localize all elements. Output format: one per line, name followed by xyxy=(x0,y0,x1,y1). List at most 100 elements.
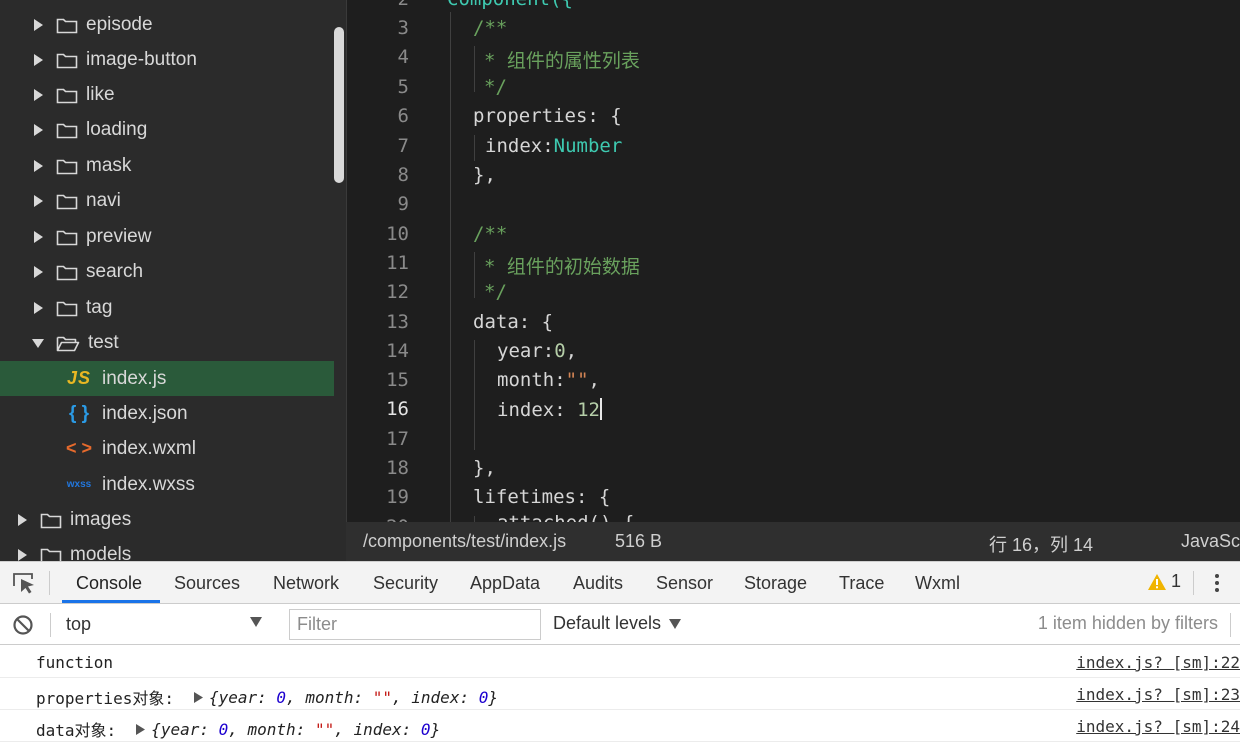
status-file-path: /components/test/index.js xyxy=(363,531,567,551)
hidden-items-note: 1 item hidden by filters xyxy=(1037,613,1218,633)
tree-item-label: index.js xyxy=(102,367,167,389)
tree-file-index-js[interactable]: JS index.js xyxy=(0,361,334,396)
devtools-tab-bar: Console Sources Network Security AppData… xyxy=(0,562,1240,604)
console-label: data对象: xyxy=(36,721,117,740)
tree-item-label: episode xyxy=(86,13,153,35)
code-line-comment: /** xyxy=(473,223,508,245)
folder-open-icon xyxy=(56,336,80,351)
code-key: month: xyxy=(497,369,566,391)
tab-storage[interactable]: Storage xyxy=(744,562,807,604)
caret-right-icon[interactable] xyxy=(30,122,46,138)
object-preview[interactable]: {year: 0, month: "", index: 0} xyxy=(209,688,498,707)
tree-scrollbar[interactable] xyxy=(334,27,344,183)
code-punct: , xyxy=(588,369,600,391)
indent-guide xyxy=(450,12,451,522)
tree-item-label: navi xyxy=(86,189,121,211)
tab-trace[interactable]: Trace xyxy=(839,562,884,604)
folder-icon xyxy=(56,194,78,209)
caret-right-icon[interactable] xyxy=(30,17,46,33)
status-file-size: 516 B xyxy=(615,531,663,551)
expand-arrow-icon[interactable] xyxy=(136,723,146,735)
line-number: 2 xyxy=(347,0,409,10)
tree-file-index-wxss[interactable]: wxss index.wxss xyxy=(0,467,334,502)
caret-right-icon[interactable] xyxy=(30,193,46,209)
tree-folder-tag[interactable]: tag xyxy=(0,290,334,325)
tab-wxml[interactable]: Wxml xyxy=(915,562,960,604)
code-line: properties: { xyxy=(473,105,622,127)
tab-audits[interactable]: Audits xyxy=(573,562,623,604)
tree-folder-mask[interactable]: mask xyxy=(0,148,334,183)
object-preview[interactable]: {year: 0, month: "", index: 0} xyxy=(151,720,440,739)
line-number: 7 xyxy=(397,135,409,157)
code-number: 0 xyxy=(554,340,566,362)
console-source-link[interactable]: index.js? [sm]:24 xyxy=(1076,717,1240,736)
filter-input[interactable] xyxy=(289,609,541,640)
line-number: 10 xyxy=(386,223,409,245)
tree-file-index-wxml[interactable]: < > index.wxml xyxy=(0,431,334,466)
tree-folder-search[interactable]: search xyxy=(0,254,334,289)
console-source-link[interactable]: index.js? [sm]:23 xyxy=(1076,685,1240,704)
folder-icon xyxy=(56,53,78,68)
caret-right-icon[interactable] xyxy=(30,87,46,103)
caret-right-icon[interactable] xyxy=(14,547,30,562)
tab-sensor[interactable]: Sensor xyxy=(656,562,713,604)
more-options-icon[interactable] xyxy=(1210,572,1224,594)
folder-icon xyxy=(56,18,78,33)
tree-folder-image-button[interactable]: image-button xyxy=(0,42,334,77)
context-select[interactable]: top xyxy=(66,612,266,638)
expand-arrow-icon[interactable] xyxy=(193,691,203,703)
warning-icon xyxy=(1148,573,1166,590)
tree-item-label: loading xyxy=(86,118,148,140)
tree-folder-test[interactable]: test xyxy=(0,325,334,360)
log-levels-dropdown[interactable]: Default levels xyxy=(553,613,682,634)
code-number: 12 xyxy=(577,399,600,421)
line-number: 4 xyxy=(397,46,409,68)
clear-console-icon[interactable] xyxy=(12,614,34,636)
line-number: 18 xyxy=(386,457,409,479)
tree-folder-models[interactable]: models xyxy=(0,537,334,561)
code-line-comment: * 组件的初始数据 xyxy=(484,256,640,278)
code-line: Component({ xyxy=(447,0,573,10)
caret-right-icon[interactable] xyxy=(30,300,46,316)
caret-right-icon[interactable] xyxy=(30,52,46,68)
code-punct: , xyxy=(565,340,578,362)
inspect-element-icon[interactable] xyxy=(12,572,36,594)
tab-sources[interactable]: Sources xyxy=(174,562,240,604)
status-cursor-position[interactable]: 行 16，列 14 xyxy=(989,531,1093,557)
code-editor[interactable]: 2 3 4 5 6 7 8 9 10 11 12 13 14 15 16 17 … xyxy=(346,0,1240,522)
line-number: 13 xyxy=(386,311,409,333)
tab-security[interactable]: Security xyxy=(373,562,438,604)
tree-item-label: images xyxy=(70,508,132,530)
tree-item-label: mask xyxy=(86,154,132,176)
js-file-icon: JS xyxy=(66,368,92,388)
caret-right-icon[interactable] xyxy=(30,158,46,174)
tree-file-index-json[interactable]: { } index.json xyxy=(0,396,334,431)
caret-down-icon xyxy=(250,617,262,627)
tree-folder-navi[interactable]: navi xyxy=(0,183,334,218)
console-text: function xyxy=(36,653,114,672)
code-key: index: xyxy=(485,135,554,157)
log-levels-label: Default levels xyxy=(553,613,662,633)
tab-appdata[interactable]: AppData xyxy=(470,562,540,604)
line-number-current: 16 xyxy=(386,398,409,420)
tab-network[interactable]: Network xyxy=(273,562,339,604)
caret-right-icon[interactable] xyxy=(14,512,30,528)
tree-folder-loading[interactable]: loading xyxy=(0,112,334,147)
caret-down-icon[interactable] xyxy=(30,335,46,351)
tree-folder-episode[interactable]: episode xyxy=(0,7,334,42)
tab-console[interactable]: Console xyxy=(76,562,142,604)
status-language[interactable]: JavaScript xyxy=(1181,531,1240,552)
console-source-link[interactable]: index.js? [sm]:22 xyxy=(1076,653,1240,672)
code-line: index:Number xyxy=(485,135,622,157)
tree-folder-images[interactable]: images xyxy=(0,502,334,537)
indent-guide xyxy=(474,135,475,161)
line-number: 17 xyxy=(386,428,409,450)
warning-counter[interactable]: 1 xyxy=(1148,571,1181,592)
tree-item-label: index.wxss xyxy=(102,473,195,495)
tree-folder-like[interactable]: like xyxy=(0,77,334,112)
tree-folder-preview[interactable]: preview xyxy=(0,219,334,254)
caret-right-icon[interactable] xyxy=(30,229,46,245)
folder-icon xyxy=(40,548,62,561)
caret-right-icon[interactable] xyxy=(30,264,46,280)
console-message: properties对象: {year: 0, month: "", index… xyxy=(0,678,1240,710)
